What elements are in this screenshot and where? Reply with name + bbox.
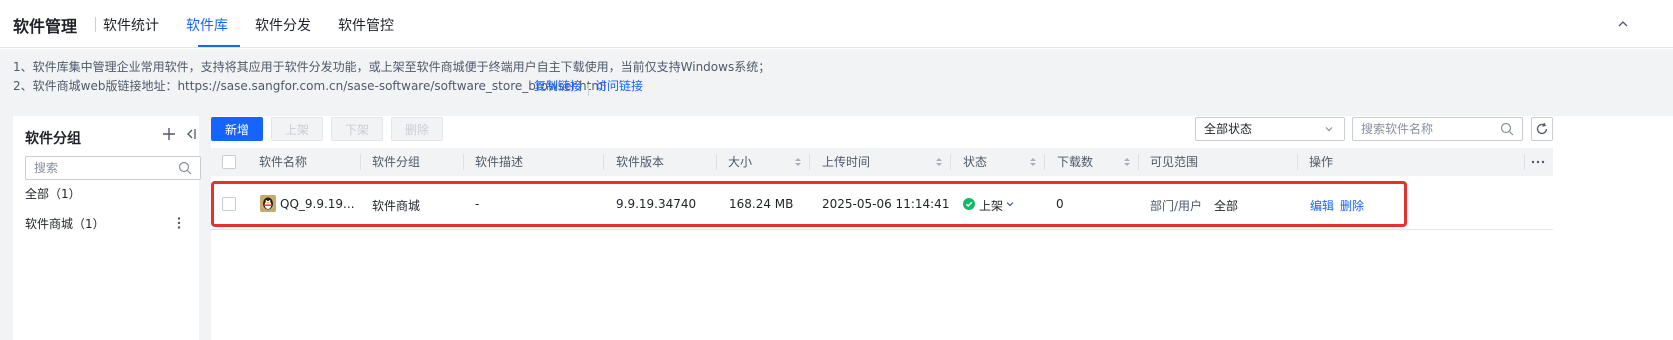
search-icon [178, 161, 192, 175]
column-divider [1524, 154, 1525, 170]
tab-software-control[interactable]: 软件管控 [338, 15, 394, 35]
highlight-box [211, 181, 1407, 227]
column-divider [463, 154, 464, 170]
search-icon [1500, 122, 1514, 136]
column-divider [603, 154, 604, 170]
group-sidebar: 软件分组 全部（1） 软件商城（1） [13, 116, 201, 340]
row-divider [211, 229, 1553, 230]
top-bar: 软件管理 软件统计 软件库 软件分发 软件管控 [0, 0, 1673, 48]
column-divider [716, 154, 717, 170]
active-tab-indicator [198, 45, 240, 47]
group-search-input[interactable] [25, 156, 201, 180]
column-header-size: 大小 [728, 155, 753, 169]
column-header-version: 软件版本 [616, 155, 665, 169]
refresh-button[interactable] [1531, 117, 1553, 141]
column-header-status: 状态 [963, 155, 988, 169]
sort-icon[interactable] [1029, 156, 1037, 168]
copy-link[interactable]: 复制链接 [534, 77, 582, 94]
sidebar-title: 软件分组 [25, 131, 81, 147]
tab-software-distribution[interactable]: 软件分发 [255, 15, 311, 35]
link-divider [588, 84, 589, 96]
sort-icon[interactable] [1123, 156, 1131, 168]
collapse-left-icon[interactable] [183, 126, 199, 142]
notice-line-1: 1、软件库集中管理企业常用软件，支持将其应用于软件分发功能，或上架至软件商城便于… [13, 60, 771, 74]
sidebar-item-all[interactable]: 全部（1） [25, 185, 81, 202]
unpublish-button[interactable]: 下架 [331, 117, 383, 141]
collapse-header-button[interactable] [1612, 13, 1634, 35]
page-title: 软件管理 [13, 17, 78, 36]
column-header-downloads: 下载数 [1057, 155, 1094, 169]
refresh-icon [1536, 122, 1548, 135]
more-vertical-icon[interactable] [176, 216, 182, 230]
left-gutter [0, 110, 13, 340]
column-header-group: 软件分组 [372, 155, 421, 169]
title-divider [95, 17, 96, 32]
status-filter-select[interactable]: 全部状态 [1195, 117, 1345, 141]
column-divider [360, 154, 361, 170]
column-divider [809, 154, 810, 170]
sort-icon[interactable] [935, 156, 943, 168]
column-divider [1044, 154, 1045, 170]
tab-software-stats[interactable]: 软件统计 [103, 15, 159, 35]
column-header-scope: 可见范围 [1150, 155, 1199, 169]
chevron-down-icon [1325, 127, 1333, 132]
column-divider [1297, 154, 1298, 170]
column-divider [950, 154, 951, 170]
software-search-input[interactable] [1352, 117, 1523, 141]
delete-button[interactable]: 删除 [391, 117, 443, 141]
middle-gutter [199, 110, 211, 340]
select-all-checkbox[interactable] [222, 155, 236, 169]
column-divider [1138, 154, 1139, 170]
add-button[interactable]: 新增 [211, 117, 263, 141]
column-header-upload-time: 上传时间 [822, 155, 871, 169]
column-header-name: 软件名称 [259, 155, 308, 169]
sort-icon[interactable] [794, 156, 802, 168]
publish-button[interactable]: 上架 [271, 117, 323, 141]
tab-software-library[interactable]: 软件库 [186, 15, 228, 35]
sidebar-item-software-store[interactable]: 软件商城（1） [25, 215, 105, 232]
visit-link[interactable]: 访问链接 [595, 77, 643, 94]
column-header-description: 软件描述 [475, 155, 524, 169]
more-horizontal-icon[interactable] [1531, 156, 1545, 168]
chevron-up-icon [1618, 21, 1628, 27]
table-header: 软件名称 软件分组 软件描述 软件版本 大小 上传时间 状态 下载数 可见范围 … [211, 148, 1553, 176]
notice-line-2: 2、软件商城web版链接地址：https://sase.sangfor.com.… [13, 79, 607, 93]
column-header-actions: 操作 [1309, 155, 1334, 169]
plus-icon[interactable] [161, 126, 177, 142]
